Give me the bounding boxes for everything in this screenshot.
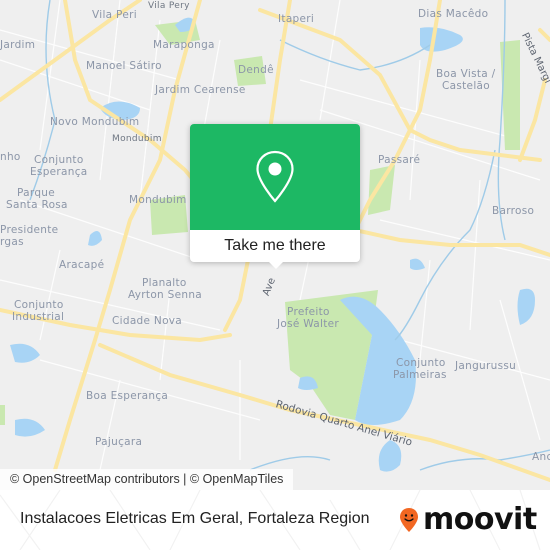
place-label: Manoel Sátiro xyxy=(86,60,162,72)
place-label: Industrial xyxy=(12,311,65,323)
popup-pointer xyxy=(267,260,285,269)
place-label: Boa Esperança xyxy=(86,390,169,402)
place-label: Passaré xyxy=(378,154,421,166)
place-label: Maraponga xyxy=(153,39,215,51)
map-pin-icon xyxy=(256,150,294,203)
place-name: Instalacoes Eletricas Em Geral, Fortalez… xyxy=(20,510,370,527)
place-label: Conjunto xyxy=(396,357,446,369)
footer: Instalacoes Eletricas Em Geral, Fortalez… xyxy=(0,490,550,550)
place-label: Planalto xyxy=(142,277,187,289)
map[interactable]: Vila Pery Vila Peri Itaperi Dias Macêdo … xyxy=(0,0,550,490)
place-label: Pajuçara xyxy=(95,436,143,448)
place-label: Jardim Cearense xyxy=(155,84,246,96)
map-attribution[interactable]: © OpenStreetMap contributors | © OpenMap… xyxy=(0,469,294,490)
place-label: Palmeiras xyxy=(393,369,447,381)
moovit-logo[interactable]: moovit xyxy=(399,502,537,538)
place-label: José Walter xyxy=(277,318,340,330)
place-label: Jangurussu xyxy=(455,360,517,372)
place-label: Conjunto xyxy=(14,299,64,311)
place-label: Anc xyxy=(532,451,550,463)
place-label: Presidente xyxy=(0,224,59,236)
place-label: Boa Vista / xyxy=(436,68,496,80)
place-label: Castelão xyxy=(442,80,490,92)
place-label: Esperança xyxy=(30,166,88,178)
place-label: Itaperi xyxy=(278,13,315,25)
place-label: Prefeito xyxy=(287,306,330,318)
place-label: Santa Rosa xyxy=(6,199,68,211)
place-label: Cidade Nova xyxy=(112,315,183,327)
destination-popup: Take me there xyxy=(190,124,360,269)
moovit-pin-icon xyxy=(400,508,418,532)
place-label: Jardim xyxy=(0,39,36,51)
place-label: Mondubim xyxy=(112,134,162,144)
place-label: Conjunto xyxy=(34,154,84,166)
place-label: Dias Macêdo xyxy=(418,8,489,20)
place-label: Vila Peri xyxy=(92,9,137,21)
place-label: Dendê xyxy=(238,64,274,76)
place-label: nho xyxy=(0,151,21,163)
place-label: rgas xyxy=(0,236,24,248)
place-label: Novo Mondubim xyxy=(50,116,140,128)
place-label: Mondubim xyxy=(129,194,187,206)
popup-header xyxy=(190,124,360,230)
take-me-there-button[interactable]: Take me there xyxy=(190,230,360,262)
place-label: Vila Pery xyxy=(148,1,190,11)
place-label: Aracapé xyxy=(59,259,105,271)
place-label: Barroso xyxy=(492,205,535,217)
place-label: Ayrton Senna xyxy=(128,289,203,301)
moovit-wordmark: moovit xyxy=(423,502,537,537)
place-label: Parque xyxy=(17,187,56,199)
